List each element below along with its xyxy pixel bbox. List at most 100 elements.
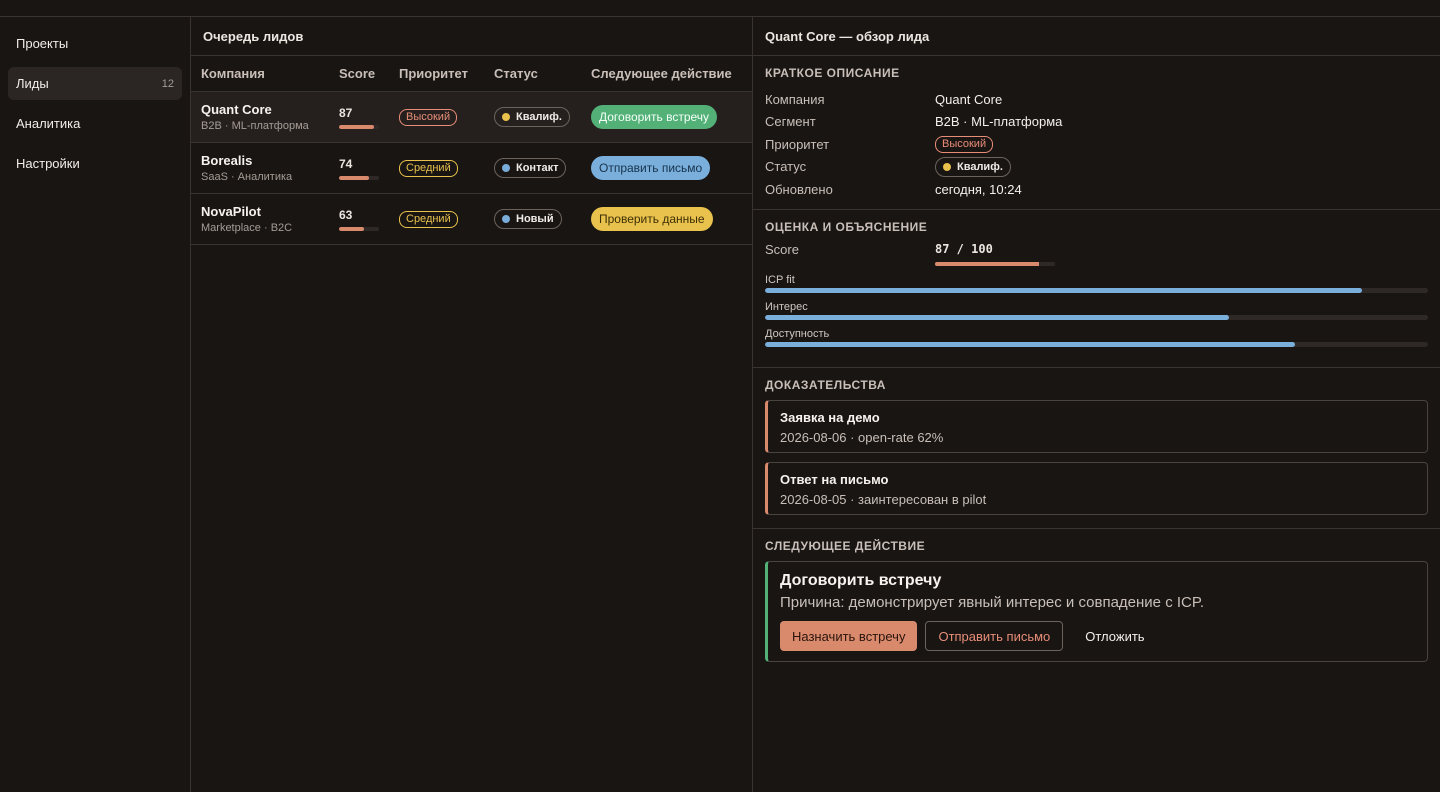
priority-cell: Высокий [399,108,494,126]
postpone-button[interactable]: Отложить [1071,621,1158,651]
summary-section: КРАТКОЕ ОПИСАНИЕ Компания Quant Core Сег… [753,56,1440,210]
next-action-cell: Отправить письмо [591,156,752,180]
priority-badge: Высокий [399,109,458,126]
queue-title: Очередь лидов [191,17,752,56]
evidence-title: Заявка на демо [780,410,880,425]
company-name: Borealis [201,153,253,168]
status-dot-icon [943,162,951,171]
column-header-score[interactable]: Score [339,66,399,81]
next-action-title: Договорить встречу [780,572,942,589]
status-badge: Новый [494,209,562,229]
summary-row-segment: Сегмент B2B · ML-платформа [765,111,1428,134]
send-email-button[interactable]: Отправить письмо [925,621,1064,651]
priority-cell: Средний [399,210,494,228]
score-row: Score 87 / 100 [765,242,1428,266]
status-badge: Контакт [494,158,567,178]
factor-bar [765,315,1428,320]
next-action-buttons: Назначить встречу Отправить письмо Отлож… [780,621,1415,651]
factor-bar-fill [765,342,1296,347]
score-bar [339,226,379,231]
score-display: 87 / 100 [935,242,1055,266]
table-row[interactable]: NovaPilot Marketplace · B2C 63 Средний Н… [191,194,752,245]
score-cell: 87 [339,106,399,129]
column-header-company[interactable]: Компания [191,66,339,81]
detail-title: Quant Core — обзор лида [753,17,1440,56]
status-badge: Квалиф. [494,107,570,127]
company-segment: Marketplace · B2C [201,222,293,234]
next-action-button[interactable]: Отправить письмо [591,156,711,180]
company-cell: Borealis SaaS · Аналитика [191,153,339,183]
status-text: Контакт [516,162,559,174]
column-header-next-action[interactable]: Следующее действие [591,66,752,81]
score-value: 74 [339,156,353,171]
section-heading: ДОКАЗАТЕЛЬСТВА [765,378,886,392]
status-text: Новый [516,213,554,225]
next-action-reason: Причина: демонстрирует явный интерес и с… [780,594,1205,611]
section-heading: КРАТКОЕ ОПИСАНИЕ [765,66,900,80]
field-label: Компания [765,91,825,107]
app-shell: Проекты Лиды 12 Аналитика Настройки Очер… [0,17,1440,792]
column-header-priority[interactable]: Приоритет [399,66,494,81]
sidebar-item-analytics[interactable]: Аналитика [8,107,182,140]
scoring-section: ОЦЕНКА И ОБЪЯСНЕНИЕ Score 87 / 100 ICP f… [753,210,1440,368]
factor-availability: Доступность [765,328,1428,347]
score-bar-fill [339,124,374,129]
next-action-section: СЛЕДУЮЩЕЕ ДЕЙСТВИЕ Договорить встречу Пр… [753,529,1440,672]
sidebar-item-label: Лиды [16,76,49,91]
summary-row-status: Статус Квалиф. [765,156,1428,179]
factor-label: ICP fit [765,274,795,286]
score-bar-fill [339,175,369,180]
column-header-status[interactable]: Статус [494,66,591,81]
company-cell: NovaPilot Marketplace · B2C [191,204,339,234]
lead-detail-panel: Quant Core — обзор лида КРАТКОЕ ОПИСАНИЕ… [753,17,1440,792]
company-name: Quant Core [201,102,272,117]
score-bar-fill [339,226,365,231]
score-cell: 63 [339,208,399,231]
next-action-card: Договорить встречу Причина: демонстрируе… [765,561,1428,662]
next-action-button[interactable]: Договорить встречу [591,105,718,129]
field-label: Приоритет [765,136,830,152]
score-cell: 74 [339,157,399,180]
schedule-meeting-button[interactable]: Назначить встречу [780,621,918,651]
sidebar-item-projects[interactable]: Проекты [8,27,182,60]
company-segment: B2B · ML-платформа [201,120,309,132]
status-text: Квалиф. [957,160,1003,173]
sidebar-item-settings[interactable]: Настройки [8,147,182,180]
score-bar-fill [935,262,1040,266]
evidence-title: Ответ на письмо [780,472,889,487]
company-cell: Quant Core B2B · ML-платформа [191,102,339,132]
evidence-detail: 2026-08-06 · open-rate 62% [780,430,944,445]
table-row[interactable]: Borealis SaaS · Аналитика 74 Средний Кон… [191,143,752,194]
factor-bar [765,288,1428,293]
factor-bar [765,342,1428,347]
field-label: Score [765,242,799,257]
field-label: Обновлено [765,181,833,197]
evidence-card[interactable]: Ответ на письмо 2026-08-05 · заинтересов… [765,462,1428,515]
table-row[interactable]: Quant Core B2B · ML-платформа 87 Высокий… [191,92,752,143]
evidence-section: ДОКАЗАТЕЛЬСТВА Заявка на демо 2026-08-06… [753,368,1440,529]
priority-badge: Высокий [935,135,994,153]
sidebar-item-label: Аналитика [16,116,81,131]
next-action-cell: Договорить встречу [591,105,752,129]
factor-interest: Интерес [765,301,1428,320]
factor-icp: ICP fit [765,274,1428,293]
evidence-card[interactable]: Заявка на демо 2026-08-06 · open-rate 62… [765,400,1428,453]
status-dot-icon [502,113,510,121]
top-bar [0,0,1440,17]
status-dot-icon [502,215,510,223]
score-value: 87 [339,105,353,120]
factor-label: Интерес [765,301,808,313]
score-value: 87 / 100 [935,242,993,256]
priority-cell: Средний [399,159,494,177]
sidebar-item-leads[interactable]: Лиды 12 [8,67,182,100]
status-cell: Новый [494,209,591,229]
evidence-detail: 2026-08-05 · заинтересован в pilot [780,492,987,507]
next-action-button[interactable]: Проверить данные [591,207,713,231]
section-heading: ОЦЕНКА И ОБЪЯСНЕНИЕ [765,220,928,234]
score-bar [339,175,379,180]
status-dot-icon [502,164,510,172]
section-heading: СЛЕДУЮЩЕЕ ДЕЙСТВИЕ [765,539,926,553]
priority-badge: Средний [399,160,458,177]
status-badge: Квалиф. [935,156,1011,177]
summary-row-updated: Обновлено сегодня, 10:24 [765,178,1428,201]
